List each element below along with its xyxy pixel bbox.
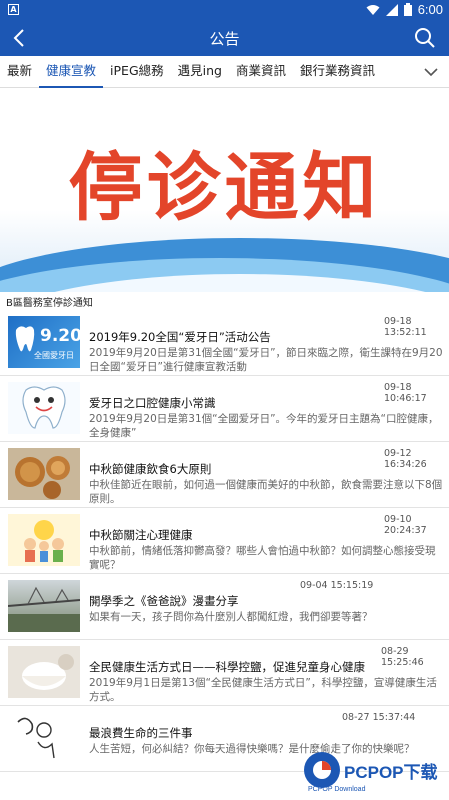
item-title: 爱牙日之口腔健康小常識 [89,396,216,410]
thumbnail-mooncakes [8,448,80,500]
more-tabs-button[interactable] [423,64,439,80]
item-description: 2019年9月20日是第31個“全國爱牙日”。今年的爱牙日主題為“口腔健康，全身… [89,413,439,439]
item-title: 全民健康生活方式日——科學控鹽，促進兒童身心健康 [89,660,365,674]
item-title: 中秋節健康飲食6大原則 [89,462,212,476]
banner-caption: B區醫務室停診通知 [6,298,93,309]
salt-shaker-icon [22,654,74,690]
wifi-icon [366,4,380,15]
pcpop-logo-icon [304,752,340,788]
app-notification-icon: A [8,4,19,15]
item-description: 中秋佳節近在眼前，如何過一個健康而美好的中秋節，飲食需要注意以下8個原則。 [89,479,443,505]
item-description: 2019年9月20日是第31個全國“爱牙日”，節日來臨之際，衛生課特在9月20日… [89,347,443,373]
list-item[interactable]: 08-29 15:25:46 全民健康生活方式日——科學控鹽，促進兒童身心健康 … [0,640,449,706]
tab-health-education[interactable]: 健康宣教 [39,56,104,88]
item-description: 如果有一天，孩子問你為什麼別人都闖紅燈，我們卻要等著？ [89,611,373,623]
pcpop-watermark: PCPOP下载 PCPOP Download [302,750,448,798]
thumbnail-ink-sketch [8,712,80,764]
search-icon [415,28,435,48]
list-item[interactable]: 09-12 16:34:26 中秋節健康飲食6大原則 中秋佳節近在眼前，如何過一… [0,442,449,508]
search-button[interactable] [413,26,437,50]
list-item[interactable]: 09-04 15:15:19 開學季之《爸爸說》漫畫分享 如果有一天，孩子問你為… [0,574,449,640]
family-icon [24,520,64,562]
thumbnail-bridge-river [8,580,80,632]
item-title: 開學季之《爸爸說》漫畫分享 [89,594,239,608]
item-date: 09-04 15:15:19 [300,580,374,591]
mooncake-icon [15,456,70,499]
watermark-subtext: PCPOP Download [308,786,366,793]
system-icons: 6:00 [366,2,443,17]
banner[interactable]: 停诊通知 [0,88,449,292]
tab-meet-ing[interactable]: 遇見ing [171,56,229,88]
app-bar: 公告 [0,20,449,56]
tab-ipeg-general-affairs[interactable]: iPEG總務 [103,56,171,88]
list-item[interactable]: 9.20 全國愛牙日 09-18 13:52:11 2019年9.20全国“爱牙… [0,310,449,376]
signal-icon [385,3,398,16]
item-title: 最浪費生命的三件事 [89,726,193,740]
clock: 6:00 [417,2,443,17]
tooth-cartoon-icon [22,386,66,429]
battery-icon [403,3,412,16]
tab-latest[interactable]: 最新 [0,56,39,88]
item-description: 中秋節前，情緒低落抑鬱高發？哪些人會怕過中秋節？如何調整心態接受現實呢？ [89,545,436,571]
item-date: 08-27 15:37:44 [342,712,416,723]
ink-sketch-icon [17,717,55,759]
status-bar: A 6:00 [0,0,449,20]
category-tabs: 最新 健康宣教 iPEG總務 遇見ing 商業資訊 銀行業務資訊 [0,56,449,88]
watermark-text: PCPOP下载 [344,763,438,782]
banner-title: 停诊通知 [68,145,381,231]
page-title: 公告 [209,30,240,48]
thumbnail-tooth-cartoon [8,382,80,434]
thumbnail-family-illustration [8,514,80,566]
thumbnail-teeth-920: 9.20 全國愛牙日 [8,316,80,368]
tab-business-info[interactable]: 商業資訊 [229,56,293,88]
list-item[interactable]: 09-18 10:46:17 爱牙日之口腔健康小常識 2019年9月20日是第3… [0,376,449,442]
item-title: 中秋節關注心理健康 [89,528,193,542]
item-title: 2019年9.20全国“爱牙日”活动公告 [89,330,271,344]
announcement-list: 9.20 全國愛牙日 09-18 13:52:11 2019年9.20全国“爱牙… [0,310,449,772]
list-item[interactable]: 09-10 20:24:37 中秋節關注心理健康 中秋節前，情緒低落抑鬱高發？哪… [0,508,449,574]
bridge-icon [8,586,80,632]
item-description: 2019年9月1日是第13個“全民健康生活方式日”，科學控鹽，宣導健康生活方式。 [89,677,437,703]
thumbnail-caption: 全國愛牙日 [34,351,74,360]
chevron-down-icon [424,68,438,77]
tab-banking-info[interactable]: 銀行業務資訊 [293,56,382,88]
thumbnail-salt-shaker [8,646,80,698]
thumbnail-number: 9.20 [40,326,80,346]
